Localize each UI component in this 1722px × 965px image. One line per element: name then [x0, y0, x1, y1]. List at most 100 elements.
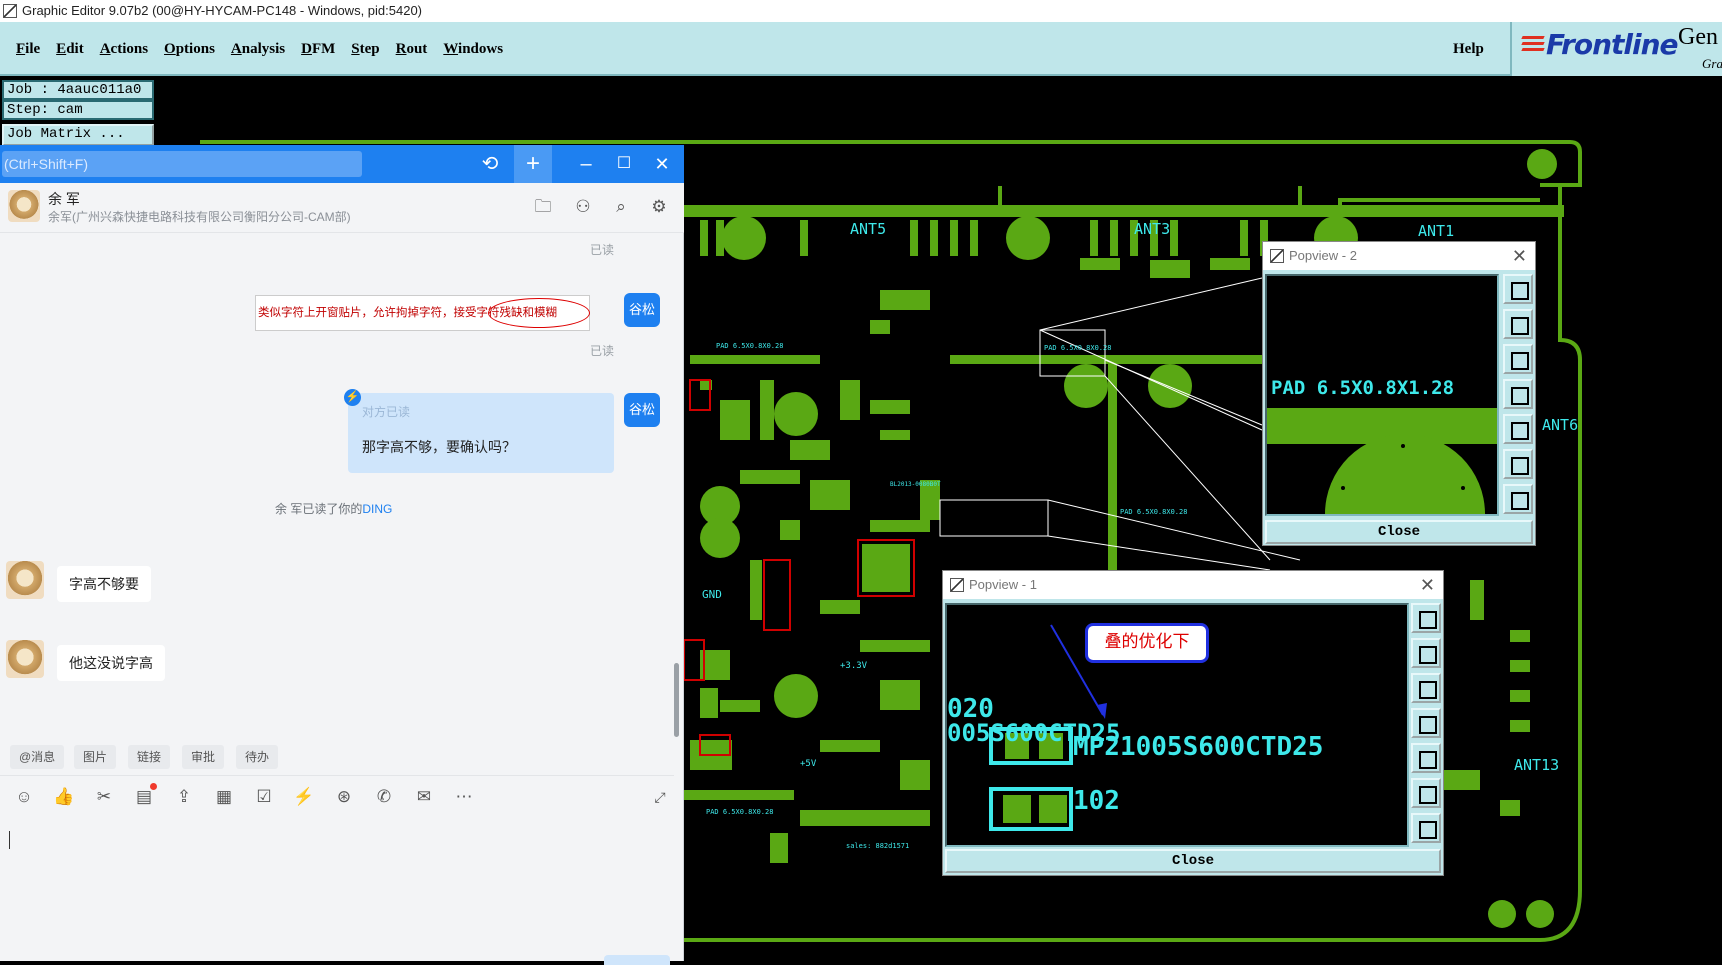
- quick-mention-button[interactable]: @消息: [10, 745, 65, 769]
- scrollbar[interactable]: [674, 663, 679, 737]
- at-icon[interactable]: ⊛: [332, 785, 356, 809]
- zoom-out-icon[interactable]: [1503, 449, 1533, 479]
- zoom-window-icon[interactable]: [1503, 274, 1533, 304]
- checkbox-icon[interactable]: ☑: [252, 785, 276, 809]
- chat-window: (Ctrl+Shift+F) ⟲ + – ☐ ✕ 余 军 余军(广州兴森快捷电路…: [0, 145, 684, 965]
- ding-link[interactable]: DING: [362, 502, 392, 516]
- ding-icon: ⚡: [344, 389, 361, 406]
- popview-2-canvas[interactable]: PAD 6.5X0.8X1.28: [1265, 274, 1499, 516]
- pcb-label-ant6: ANT6: [1542, 416, 1578, 434]
- menu-help[interactable]: Help: [1453, 22, 1484, 76]
- gear-icon[interactable]: ⚙: [648, 196, 670, 218]
- zoom-in-icon[interactable]: [1503, 484, 1533, 514]
- calendar-icon[interactable]: ▦: [212, 785, 236, 809]
- expand-icon[interactable]: ⤢: [648, 785, 672, 809]
- close-icon[interactable]: ✕: [1512, 242, 1527, 270]
- pan-up-icon[interactable]: [1503, 309, 1533, 339]
- chat-header: (Ctrl+Shift+F) ⟲ + – ☐ ✕: [0, 145, 684, 183]
- pcb-label-ant3: ANT3: [1134, 220, 1170, 238]
- message-input[interactable]: [0, 821, 684, 961]
- menu-file[interactable]: File: [8, 41, 48, 58]
- bubble-read-hint: 对方已读: [362, 405, 411, 419]
- close-icon[interactable]: ✕: [1420, 571, 1435, 599]
- pan-left-icon[interactable]: [1503, 379, 1533, 409]
- thumbs-up-icon[interactable]: 👍: [52, 785, 76, 809]
- ding-notice-text: 余 军已读了你的: [275, 502, 363, 516]
- contact-name[interactable]: 余 军: [48, 189, 80, 209]
- read-receipt: 已读: [590, 344, 615, 358]
- avatar[interactable]: 谷松: [624, 393, 660, 427]
- pcb-pad-label: PAD 6.5X0.8X0.28: [716, 342, 783, 350]
- send-button[interactable]: [604, 955, 670, 965]
- avatar[interactable]: [6, 640, 44, 678]
- text-caret: [9, 831, 10, 849]
- menu-step[interactable]: Step: [343, 41, 387, 58]
- zoom-out-icon[interactable]: [1411, 778, 1441, 808]
- avatar[interactable]: [6, 561, 44, 599]
- minimize-icon[interactable]: –: [568, 145, 604, 183]
- message-bubble[interactable]: 他这没说字高: [57, 645, 165, 681]
- pan-down-icon[interactable]: [1411, 673, 1441, 703]
- more-icon[interactable]: ⋯: [452, 785, 476, 809]
- menu-windows[interactable]: Windows: [435, 41, 511, 58]
- image-message[interactable]: 类似字符上开窗贴片，允许拘掉字符，接受字符残缺和模糊: [255, 295, 590, 331]
- contact-bar: 余 军 余军(广州兴森快捷电路科技有限公司衡阳分公司-CAM部) 🗀 ⚇ ⌕ ⚙: [0, 183, 684, 233]
- menu-dfm[interactable]: DFM: [293, 41, 343, 58]
- avatar[interactable]: [8, 190, 40, 222]
- popview-1-close-button[interactable]: Close: [945, 849, 1441, 873]
- pcb-pad-label: PAD 6.5X0.8X0.28: [706, 808, 773, 816]
- window-title: Graphic Editor 9.07b2 (00@HY-HYCAM-PC148…: [22, 3, 423, 18]
- popview-2-window: Popview - 2 ✕ PAD 6.5X0.8X1.28 Close: [1262, 241, 1536, 546]
- pcb-sales-label: sales: 882d1571: [846, 842, 909, 850]
- pcb-label-ant5: ANT5: [850, 220, 886, 238]
- annotation-ellipse: [488, 298, 590, 328]
- logo-mark-icon: [1521, 36, 1545, 58]
- ding-notice: 余 军已读了你的DING: [275, 500, 392, 517]
- popview-1-title: Popview - 1: [969, 577, 1037, 592]
- popview-2-title: Popview - 2: [1289, 248, 1357, 263]
- history-icon[interactable]: ⟲: [472, 145, 508, 183]
- menu-edit[interactable]: Edit: [48, 41, 92, 58]
- popview-2-close-button[interactable]: Close: [1265, 520, 1533, 544]
- menu-actions[interactable]: Actions: [92, 41, 156, 58]
- menu-rout[interactable]: Rout: [388, 41, 436, 58]
- menu-options[interactable]: Options: [156, 41, 223, 58]
- quick-approval-button[interactable]: 审批: [182, 745, 225, 769]
- pan-left-icon[interactable]: [1411, 708, 1441, 738]
- pcb-pad-label: PAD 6.5X0.8X0.28: [1044, 344, 1111, 352]
- mail-icon[interactable]: ✉: [412, 785, 436, 809]
- add-icon[interactable]: +: [514, 145, 552, 183]
- message-bubble[interactable]: 对方已读 那字高不够，要确认吗？: [348, 393, 614, 473]
- pan-down-icon[interactable]: [1503, 344, 1533, 374]
- quick-link-button[interactable]: 链接: [128, 745, 171, 769]
- maximize-icon[interactable]: ☐: [606, 145, 642, 183]
- pan-right-icon[interactable]: [1503, 414, 1533, 444]
- pan-right-icon[interactable]: [1411, 743, 1441, 773]
- close-icon[interactable]: ✕: [644, 145, 680, 183]
- menu-analysis[interactable]: Analysis: [223, 41, 293, 58]
- search-history-icon[interactable]: ⌕: [610, 196, 632, 218]
- zoom-window-icon[interactable]: [1411, 603, 1441, 633]
- add-member-icon[interactable]: ⚇: [572, 196, 594, 218]
- popview-2-titlebar: Popview - 2 ✕: [1263, 242, 1535, 270]
- emoji-icon[interactable]: ☺: [12, 785, 36, 809]
- notification-dot: [150, 783, 157, 790]
- phone-icon[interactable]: ✆: [372, 785, 396, 809]
- pan-up-icon[interactable]: [1411, 638, 1441, 668]
- popview-2-pad-text: PAD 6.5X0.8X1.28: [1271, 377, 1454, 399]
- read-receipt: 已读: [590, 243, 615, 257]
- scissors-icon[interactable]: ✂: [92, 785, 116, 809]
- message-bubble[interactable]: 字高不够要: [57, 566, 151, 602]
- divider: [0, 775, 674, 776]
- search-input[interactable]: (Ctrl+Shift+F): [2, 151, 362, 177]
- upload-icon[interactable]: ⇪: [172, 785, 196, 809]
- folder-icon[interactable]: 🗀: [532, 196, 554, 218]
- popview-1-canvas[interactable]: 020 005S600CTD25 MP21005S600CTD25 102 叠的…: [945, 603, 1409, 847]
- popview-app-icon: [1270, 249, 1284, 263]
- lightning-icon[interactable]: ⚡: [292, 785, 316, 809]
- pcb-5v-label: +5V: [800, 759, 817, 769]
- quick-todo-button[interactable]: 待办: [236, 745, 279, 769]
- avatar[interactable]: 谷松: [624, 293, 660, 327]
- quick-image-button[interactable]: 图片: [74, 745, 117, 769]
- zoom-in-icon[interactable]: [1411, 813, 1441, 843]
